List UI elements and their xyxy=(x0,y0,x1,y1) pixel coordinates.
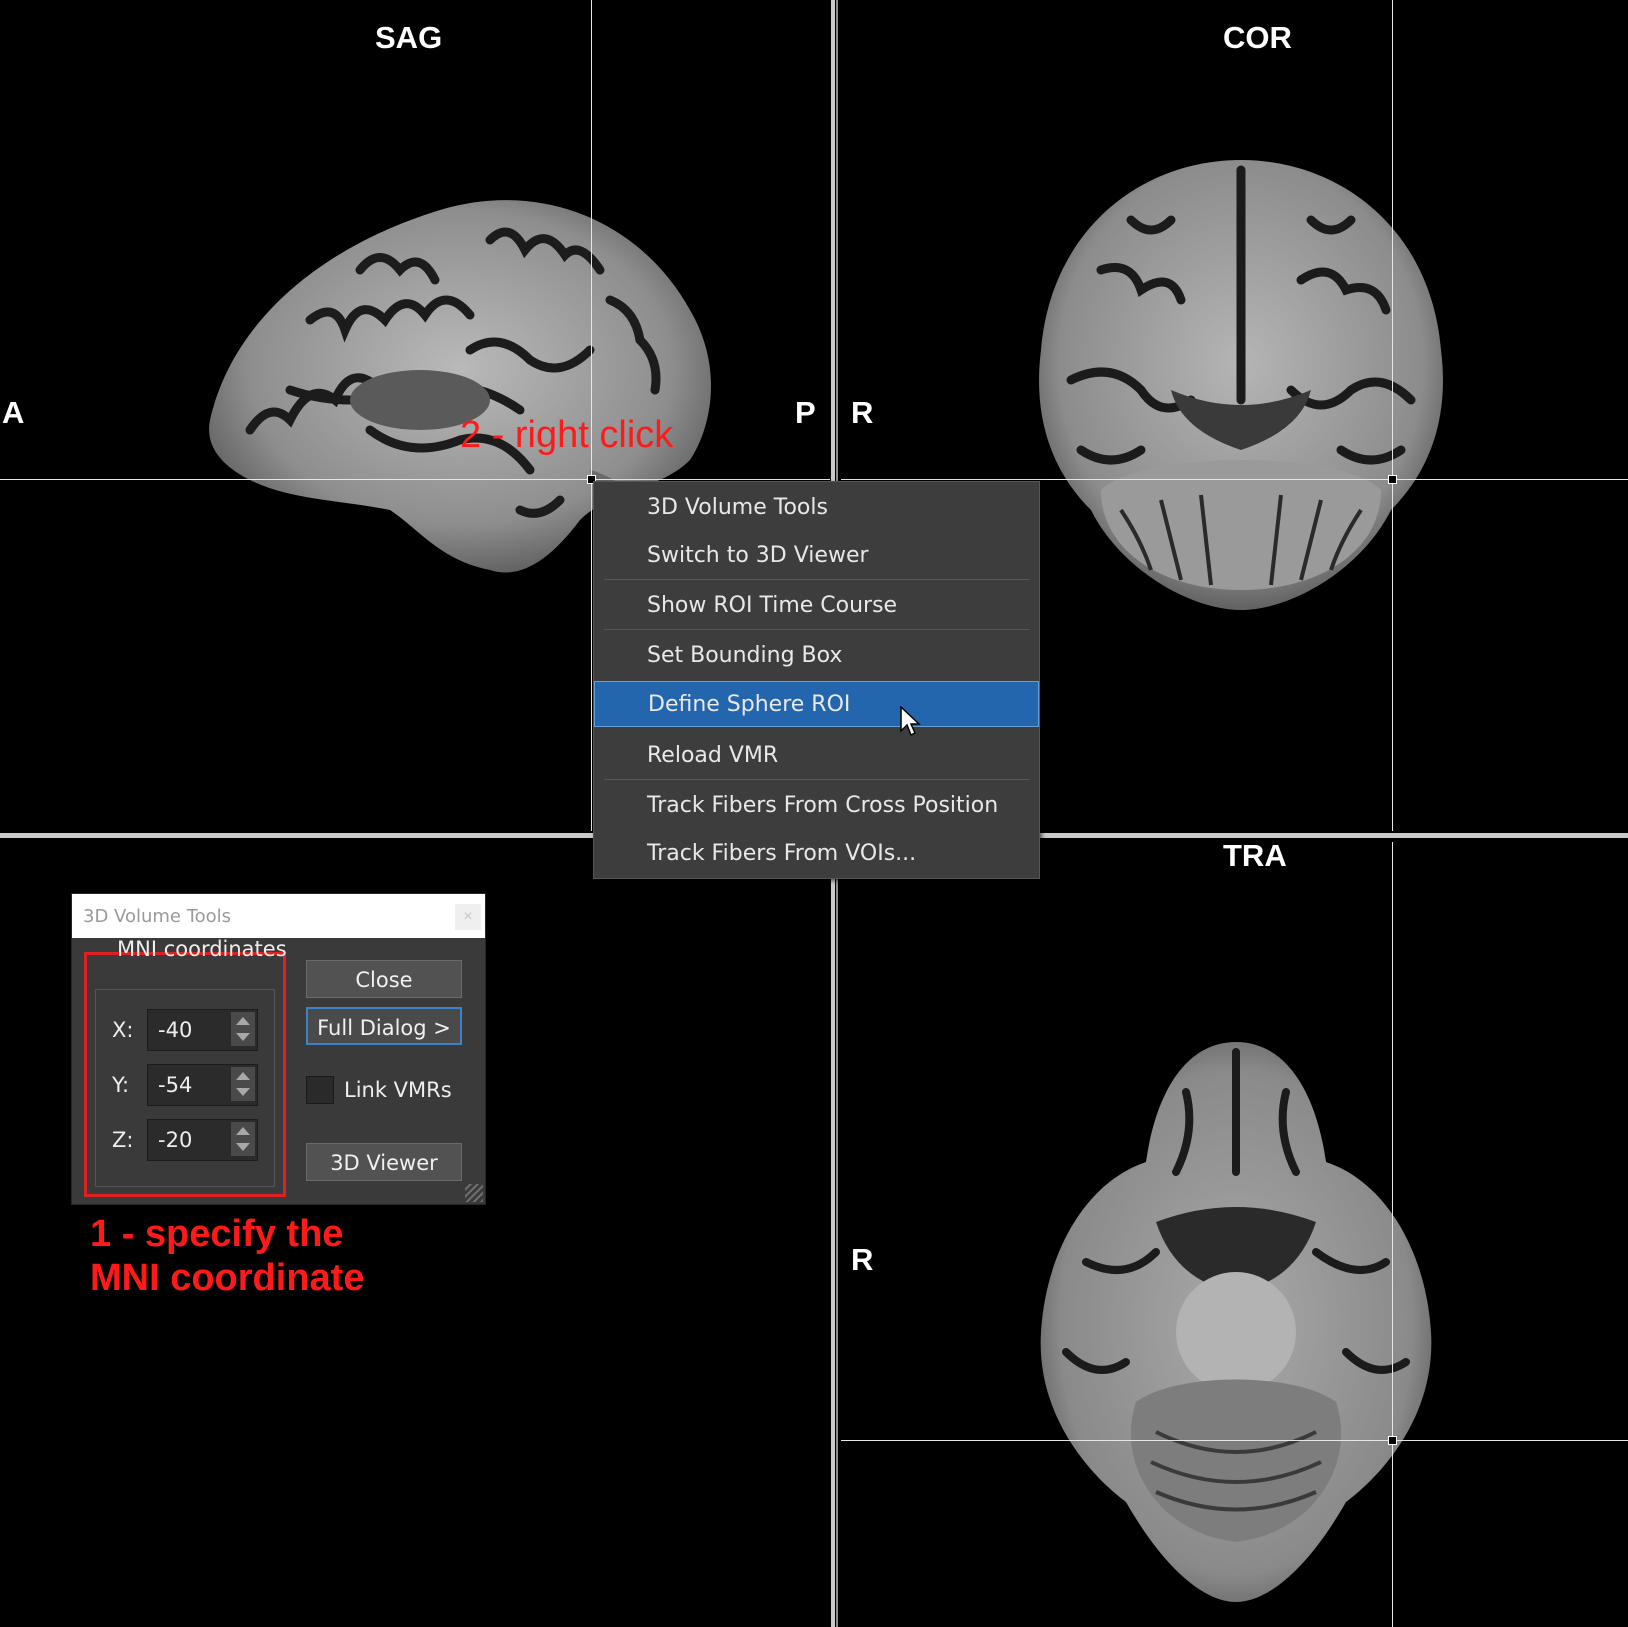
y-label: Y: xyxy=(112,1073,130,1097)
full-dialog-button[interactable]: Full Dialog > xyxy=(306,1007,462,1045)
spin-down-icon[interactable] xyxy=(236,1088,250,1096)
spin-up-icon[interactable] xyxy=(236,1127,250,1135)
y-spinbox[interactable]: -54 xyxy=(147,1064,258,1106)
mouse-pointer-icon xyxy=(900,706,921,737)
transverse-brain-image xyxy=(1040,1042,1432,1602)
menu-separator xyxy=(604,779,1029,780)
link-vmrs-label[interactable]: Link VMRs xyxy=(344,1078,452,1102)
menu-separator xyxy=(604,629,1029,630)
cor-crosshair-vertical xyxy=(1392,0,1393,831)
annotation-step1-line2: MNI coordinate xyxy=(90,1257,365,1299)
menu-item-switch-3d-viewer[interactable]: Switch to 3D Viewer xyxy=(594,533,1039,579)
context-menu: 3D Volume Tools Switch to 3D Viewer Show… xyxy=(593,481,1040,879)
annotation-specify-mni: 1 - specify the MNI coordinate xyxy=(90,1212,364,1300)
cor-title: COR xyxy=(1223,20,1292,55)
menu-item-3d-volume-tools[interactable]: 3D Volume Tools xyxy=(594,485,1039,531)
tra-crosshair-vertical xyxy=(1392,842,1393,1627)
link-vmrs-checkbox[interactable] xyxy=(306,1076,334,1104)
y-spin-buttons[interactable] xyxy=(231,1067,255,1101)
cor-crosshair-handle[interactable] xyxy=(1388,475,1397,484)
sag-crosshair-horizontal xyxy=(0,479,830,480)
annotation-right-click: 2 - right click xyxy=(460,414,674,456)
cor-orient-left: R xyxy=(851,395,874,430)
volume-tools-dialog: 3D Volume Tools × MNI coordinates X: -40… xyxy=(71,893,486,1205)
menu-item-show-roi-time-course[interactable]: Show ROI Time Course xyxy=(594,583,1039,629)
x-value[interactable]: -40 xyxy=(158,1018,192,1042)
x-spinbox[interactable]: -40 xyxy=(147,1009,258,1051)
annotation-step1-line1: 1 - specify the xyxy=(90,1213,344,1255)
tra-orient-left: R xyxy=(851,1242,874,1277)
tra-crosshair-horizontal xyxy=(841,1440,1628,1441)
cor-crosshair-horizontal xyxy=(841,479,1628,480)
menu-item-reload-vmr[interactable]: Reload VMR xyxy=(594,733,1039,779)
dialog-close-button[interactable]: × xyxy=(455,904,481,930)
y-value[interactable]: -54 xyxy=(158,1073,192,1097)
coronal-brain-image xyxy=(1039,160,1443,610)
z-spin-buttons[interactable] xyxy=(231,1122,255,1156)
tra-crosshair-handle[interactable] xyxy=(1388,1436,1397,1445)
sag-orient-left: A xyxy=(2,395,25,430)
menu-item-set-bounding-box[interactable]: Set Bounding Box xyxy=(594,633,1039,679)
tra-title: TRA xyxy=(1223,842,1287,873)
x-label: X: xyxy=(112,1018,134,1042)
menu-item-track-fibers-cross[interactable]: Track Fibers From Cross Position xyxy=(594,783,1039,829)
sag-title: SAG xyxy=(375,20,443,55)
z-value[interactable]: -20 xyxy=(158,1128,192,1152)
x-spin-buttons[interactable] xyxy=(231,1012,255,1046)
z-label: Z: xyxy=(112,1128,134,1152)
mni-group-label: MNI coordinates xyxy=(117,937,287,961)
spin-up-icon[interactable] xyxy=(236,1072,250,1080)
menu-item-track-fibers-vois[interactable]: Track Fibers From VOIs... xyxy=(594,831,1039,877)
sag-orient-right: P xyxy=(795,395,816,430)
z-spinbox[interactable]: -20 xyxy=(147,1119,258,1161)
resize-grip-icon[interactable] xyxy=(465,1184,483,1202)
3d-viewer-button[interactable]: 3D Viewer xyxy=(306,1143,462,1181)
transverse-view[interactable]: TRA R xyxy=(841,842,1628,1627)
spin-up-icon[interactable] xyxy=(236,1017,250,1025)
close-button[interactable]: Close xyxy=(306,960,462,998)
dialog-titlebar[interactable]: 3D Volume Tools × xyxy=(72,894,485,938)
menu-separator xyxy=(604,579,1029,580)
dialog-title: 3D Volume Tools xyxy=(83,906,232,927)
menu-item-define-sphere-roi[interactable]: Define Sphere ROI xyxy=(594,681,1039,727)
spin-down-icon[interactable] xyxy=(236,1033,250,1041)
spin-down-icon[interactable] xyxy=(236,1143,250,1151)
